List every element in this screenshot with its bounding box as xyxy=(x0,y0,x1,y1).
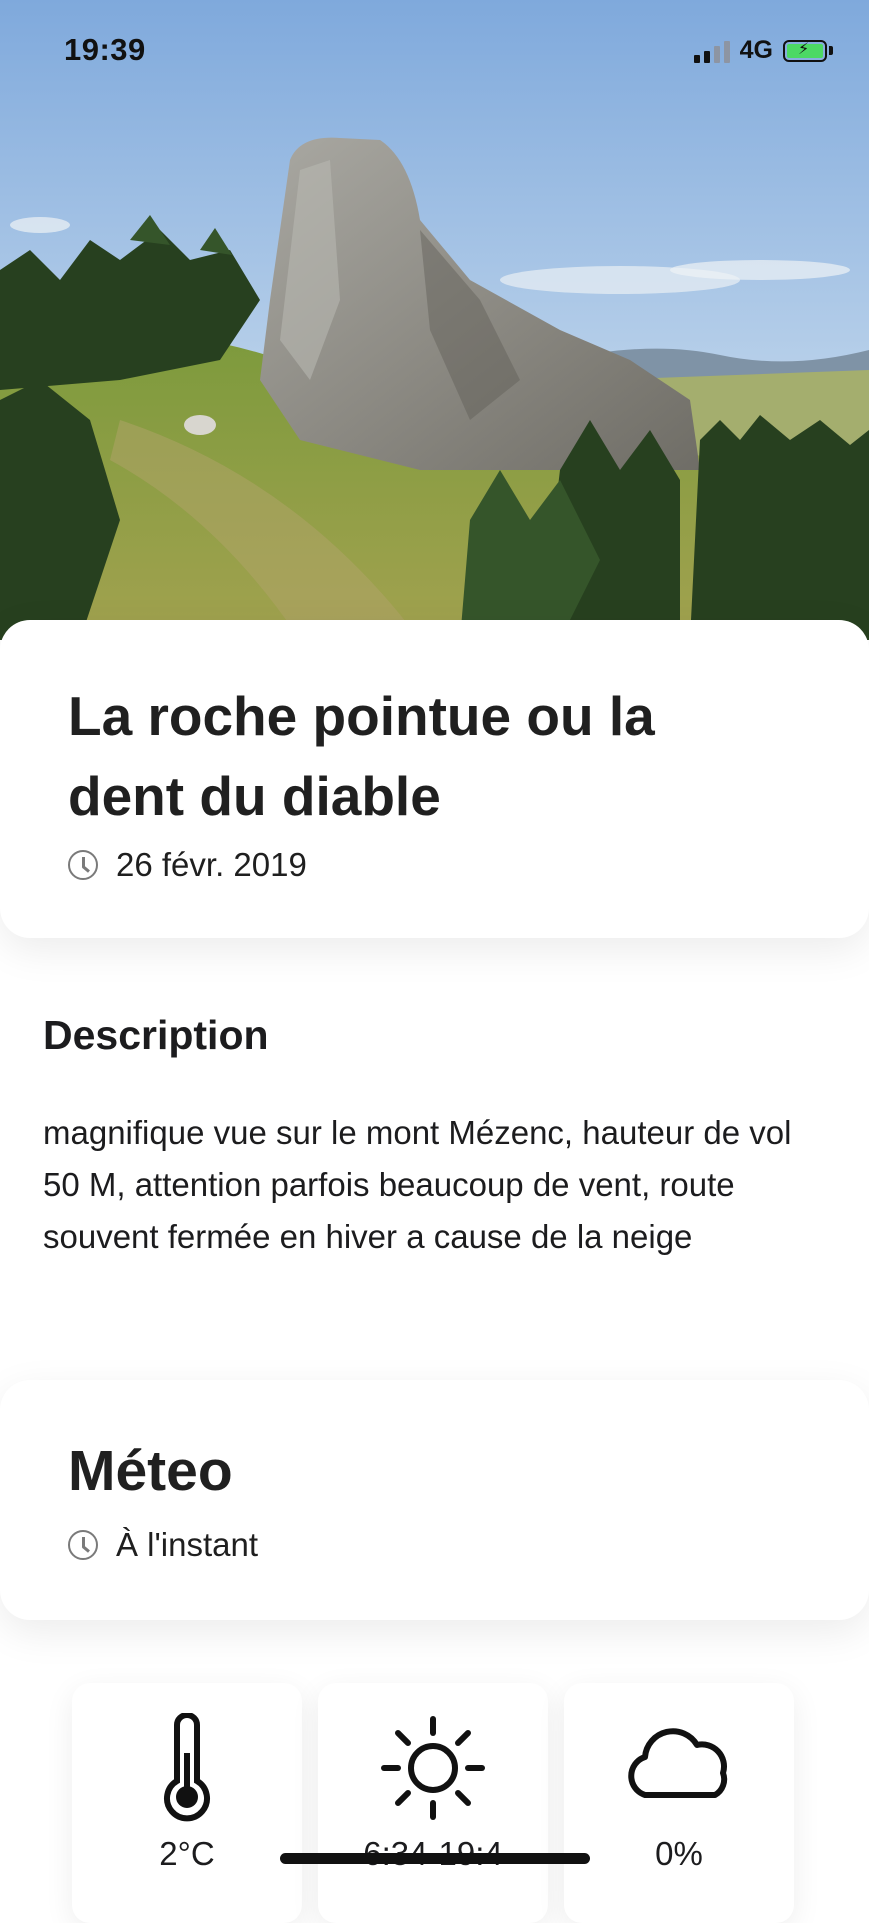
weather-tile-clouds[interactable]: 0% xyxy=(564,1683,794,1923)
status-time: 19:39 xyxy=(64,32,146,67)
temperature-value: 2°C xyxy=(159,1835,215,1872)
weather-updated: À l'instant xyxy=(116,1526,259,1563)
spot-title: La roche pointue ou la dent du diable xyxy=(68,685,655,827)
weather-tiles: 2°C 6:34-19:4 0% xyxy=(72,1683,794,1923)
thermometer-icon xyxy=(164,1713,210,1822)
status-indicators: 4G ⚡ xyxy=(693,36,833,65)
battery-icon: ⚡ xyxy=(783,39,827,62)
weather-tile-sun[interactable]: 6:34-19:4 xyxy=(318,1683,548,1923)
clock-icon xyxy=(68,1530,98,1560)
weather-title: Méteo xyxy=(68,1439,233,1503)
home-indicator[interactable] xyxy=(280,1853,590,1864)
cloud-icon xyxy=(628,1728,728,1798)
signal-icon xyxy=(693,39,730,63)
sun-icon xyxy=(381,1716,485,1820)
network-label: 4G xyxy=(739,36,773,64)
spot-date-row: 26 févr. 2019 xyxy=(68,846,307,884)
description-heading: Description xyxy=(43,1012,269,1058)
cloud-cover-value: 0% xyxy=(655,1835,703,1872)
clock-icon xyxy=(68,850,98,880)
status-bar: 19:39 4G ⚡ xyxy=(0,0,869,100)
weather-tile-temperature[interactable]: 2°C xyxy=(72,1683,302,1923)
battery-tip xyxy=(829,46,833,55)
description-text: magnifique vue sur le mont Mézenc, haute… xyxy=(43,1114,792,1255)
weather-card: Méteo À l'instant xyxy=(0,1380,869,1620)
spot-date: 26 févr. 2019 xyxy=(116,846,307,883)
spot-header-card: La roche pointue ou la dent du diable 26… xyxy=(0,620,869,938)
weather-updated-row: À l'instant xyxy=(68,1526,258,1564)
